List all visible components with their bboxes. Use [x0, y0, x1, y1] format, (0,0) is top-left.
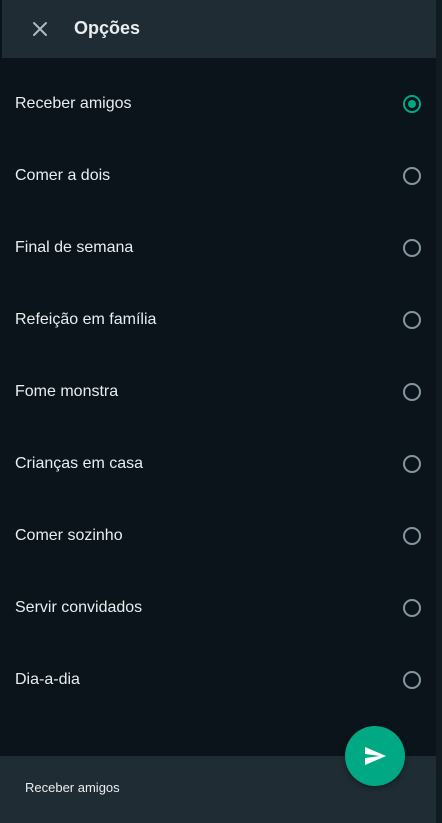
option-receber-amigos[interactable]: Receber amigos — [0, 68, 442, 140]
option-dia-a-dia[interactable]: Dia-a-dia — [0, 644, 442, 716]
selected-option-text: Receber amigos — [25, 780, 120, 795]
option-refeicao-em-familia[interactable]: Refeição em família — [0, 284, 442, 356]
options-list: Receber amigos Comer a dois Final de sem… — [0, 68, 442, 716]
option-label: Fome monstra — [15, 383, 119, 400]
options-dialog: Opções Receber amigos Comer a dois Final… — [0, 0, 442, 823]
dialog-header: Opções — [2, 0, 436, 58]
option-criancas-em-casa[interactable]: Crianças em casa — [0, 428, 442, 500]
send-button[interactable] — [345, 726, 405, 786]
option-label: Final de semana — [15, 239, 134, 256]
scrollbar-track — [436, 0, 442, 823]
option-comer-sozinho[interactable]: Comer sozinho — [0, 500, 442, 572]
send-icon — [365, 747, 386, 765]
dialog-title: Opções — [74, 18, 141, 38]
radio-button[interactable] — [403, 239, 421, 257]
option-label: Comer a dois — [15, 167, 111, 184]
option-comer-a-dois[interactable]: Comer a dois — [0, 140, 442, 212]
radio-button[interactable] — [403, 671, 421, 689]
option-label: Servir convidados — [15, 599, 143, 616]
option-label: Receber amigos — [15, 95, 132, 112]
radio-button[interactable] — [403, 527, 421, 545]
option-fome-monstra[interactable]: Fome monstra — [0, 356, 442, 428]
radio-button[interactable] — [403, 311, 421, 329]
option-servir-convidados[interactable]: Servir convidados — [0, 572, 442, 644]
close-icon — [33, 22, 47, 36]
radio-button[interactable] — [403, 455, 421, 473]
option-label: Comer sozinho — [15, 527, 123, 544]
option-label: Crianças em casa — [15, 455, 144, 472]
radio-button[interactable] — [403, 167, 421, 185]
option-final-de-semana[interactable]: Final de semana — [0, 212, 442, 284]
radio-button-selected[interactable] — [403, 95, 421, 113]
radio-button[interactable] — [403, 599, 421, 617]
radio-button[interactable] — [403, 383, 421, 401]
option-label: Refeição em família — [15, 311, 157, 328]
close-button[interactable] — [28, 17, 52, 41]
option-label: Dia-a-dia — [15, 671, 80, 688]
